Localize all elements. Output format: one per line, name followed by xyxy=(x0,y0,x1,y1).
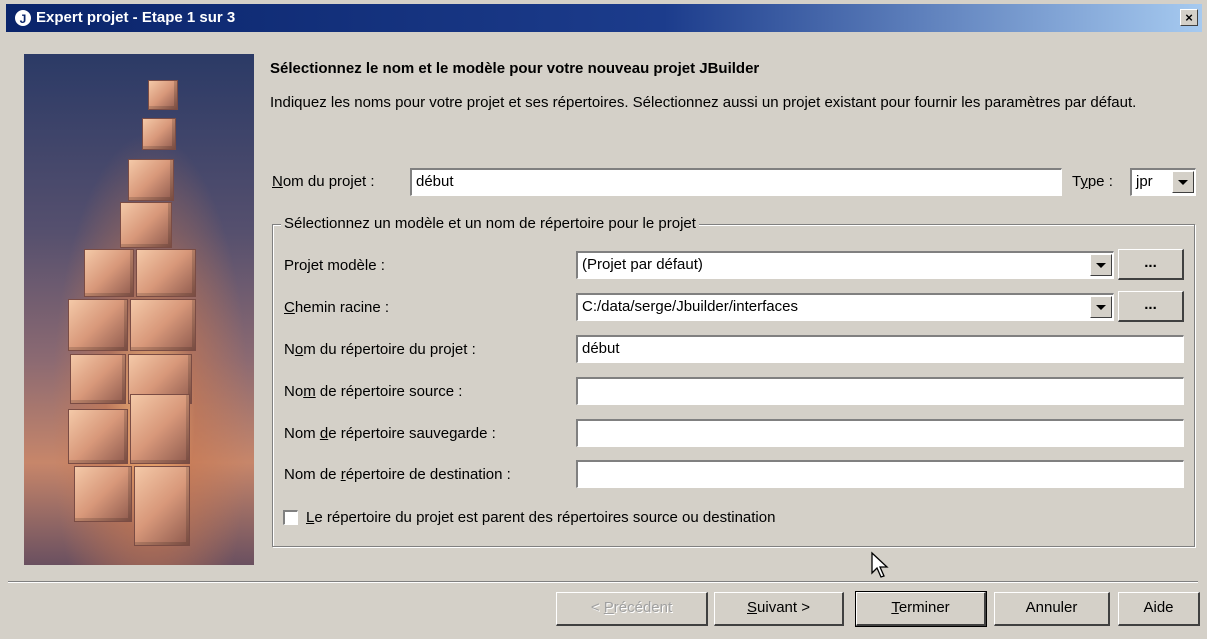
groupbox-legend: Sélectionnez un modèle et un nom de répe… xyxy=(281,215,699,232)
next-button[interactable]: Suivant > xyxy=(714,592,844,626)
parent-dir-checkbox-label[interactable]: Le répertoire du projet est parent des r… xyxy=(306,509,775,526)
browse-root-button[interactable]: ... xyxy=(1118,291,1184,322)
footer-separator xyxy=(8,581,1198,583)
previous-button[interactable]: < Précédent xyxy=(556,592,708,626)
type-select[interactable]: jpr xyxy=(1130,168,1196,196)
intro-text: Indiquez les noms pour votre projet et s… xyxy=(270,94,1137,111)
wizard-side-image xyxy=(24,54,254,565)
mouse-pointer-icon xyxy=(871,551,889,578)
type-label: Type : xyxy=(1072,173,1113,190)
close-button[interactable]: × xyxy=(1180,9,1198,26)
window-title: Expert projet - Etape 1 sur 3 xyxy=(36,9,236,26)
project-name-input[interactable]: début xyxy=(410,168,1062,196)
root-path-select[interactable]: C:/data/serge/Jbuilder/interfaces xyxy=(576,293,1114,321)
cancel-button[interactable]: Annuler xyxy=(994,592,1110,626)
parent-dir-checkbox[interactable] xyxy=(283,510,298,525)
page-heading: Sélectionnez le nom et le modèle pour vo… xyxy=(270,60,760,77)
project-dir-input[interactable]: début xyxy=(576,335,1184,363)
source-dir-input[interactable] xyxy=(576,377,1184,405)
source-dir-label: Nom de répertoire source : xyxy=(284,383,463,400)
project-name-label: Nom du projet : xyxy=(272,173,375,190)
title-bar[interactable]: J Expert projet - Etape 1 sur 3 × xyxy=(6,4,1202,32)
output-dir-label: Nom de répertoire de destination : xyxy=(284,466,511,483)
template-project-select[interactable]: (Projet par défaut) xyxy=(576,251,1114,279)
chevron-down-icon[interactable] xyxy=(1172,171,1194,193)
template-project-label: Projet modèle : xyxy=(284,257,385,274)
project-dir-label: Nom du répertoire du projet : xyxy=(284,341,476,358)
backup-dir-input[interactable] xyxy=(576,419,1184,447)
output-dir-input[interactable] xyxy=(576,460,1184,488)
backup-dir-label: Nom de répertoire sauvegarde : xyxy=(284,425,496,442)
root-path-label: Chemin racine : xyxy=(284,299,390,316)
help-button[interactable]: Aide xyxy=(1118,592,1200,626)
jbuilder-j-icon: J xyxy=(14,9,32,27)
chevron-down-icon[interactable] xyxy=(1090,254,1112,276)
chevron-down-icon[interactable] xyxy=(1090,296,1112,318)
finish-button[interactable]: Terminer xyxy=(855,591,987,627)
wizard-window: J Expert projet - Etape 1 sur 3 × Sélect… xyxy=(0,0,1207,639)
browse-template-button[interactable]: ... xyxy=(1118,249,1184,280)
